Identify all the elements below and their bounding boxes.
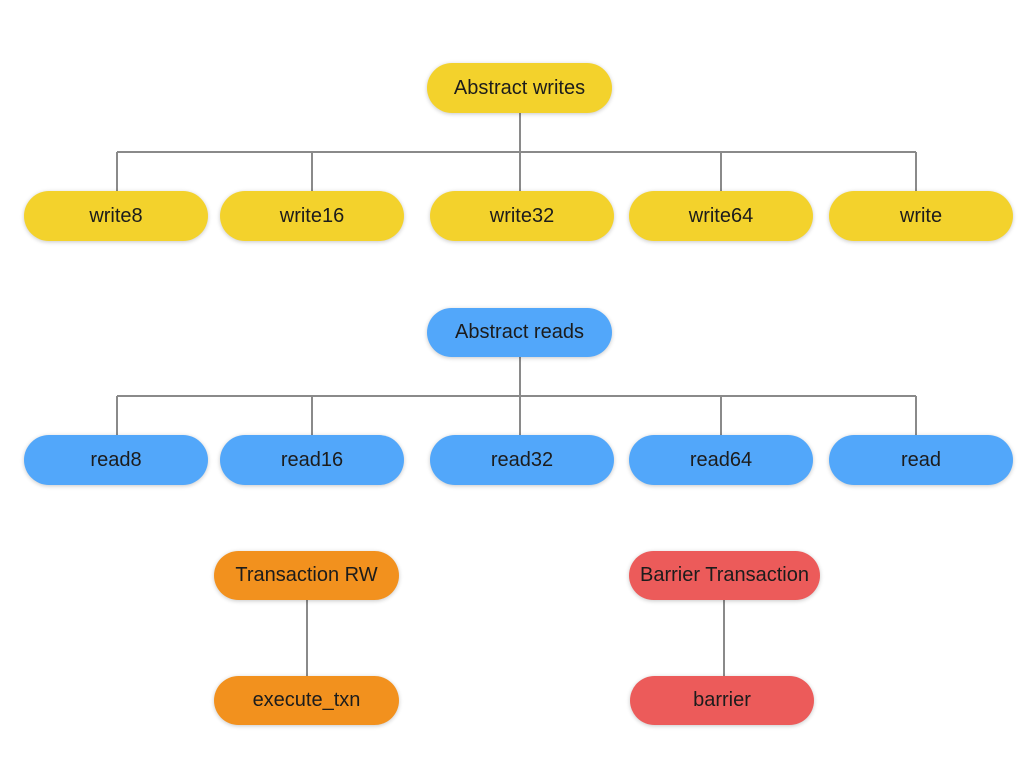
node-write: write — [829, 191, 1013, 241]
node-read8: read8 — [24, 435, 208, 485]
node-read16: read16 — [220, 435, 404, 485]
node-write16: write16 — [220, 191, 404, 241]
node-read32: read32 — [430, 435, 614, 485]
node-write8: write8 — [24, 191, 208, 241]
node-transaction-rw: Transaction RW — [214, 551, 399, 600]
node-write64: write64 — [629, 191, 813, 241]
node-read64: read64 — [629, 435, 813, 485]
node-barrier: barrier — [630, 676, 814, 725]
node-read: read — [829, 435, 1013, 485]
connector-lines — [116, 113, 917, 676]
node-abstract-reads: Abstract reads — [427, 308, 612, 357]
node-write32: write32 — [430, 191, 614, 241]
node-barrier-transaction: Barrier Transaction — [629, 551, 820, 600]
node-abstract-writes: Abstract writes — [427, 63, 612, 113]
node-execute-txn: execute_txn — [214, 676, 399, 725]
